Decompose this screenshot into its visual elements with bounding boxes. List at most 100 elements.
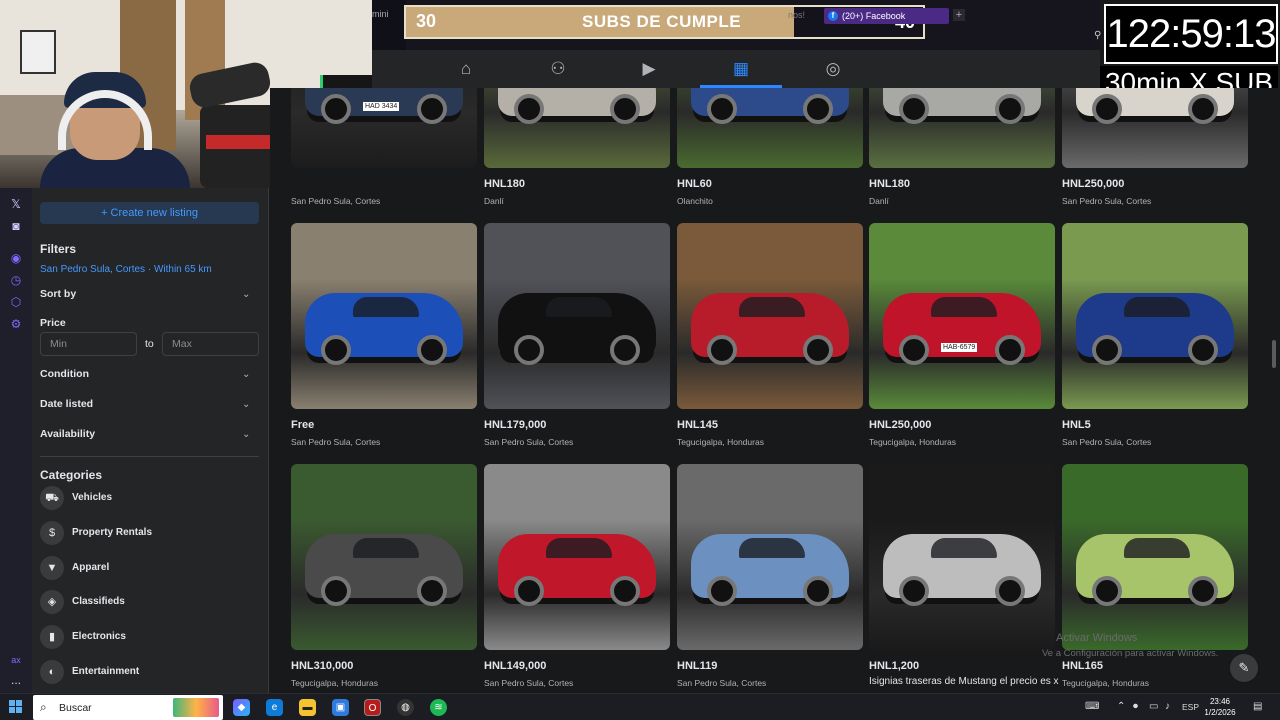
- clock-icon[interactable]: ◷: [8, 272, 24, 288]
- category-label: Vehicles: [72, 492, 113, 503]
- file-explorer-icon[interactable]: ▬: [299, 699, 316, 716]
- category-property-rentals[interactable]: $ Property Rentals: [40, 521, 260, 547]
- category-electronics[interactable]: ▮ Electronics: [40, 625, 260, 651]
- more-icon[interactable]: ...: [8, 672, 24, 688]
- listing-card[interactable]: HAD 3434 San Pedro Sula, Cortes: [291, 88, 477, 206]
- home-icon[interactable]: ⌂: [455, 58, 477, 80]
- category-apparel[interactable]: ▼ Apparel: [40, 556, 260, 582]
- listing-price: Free: [291, 419, 315, 431]
- wheel: [995, 335, 1025, 365]
- car-shape: [498, 88, 656, 124]
- listing-card[interactable]: HNL60 Olanchito: [677, 88, 863, 206]
- listing-photo[interactable]: [484, 223, 670, 409]
- language-indicator[interactable]: ESP: [1182, 702, 1199, 712]
- cube-icon[interactable]: ⬡: [8, 294, 24, 310]
- category-vehicles[interactable]: ⛟ Vehicles: [40, 486, 260, 512]
- search-highlight-image: [173, 698, 219, 717]
- opera-icon[interactable]: O: [364, 699, 381, 716]
- wheel: [1092, 94, 1122, 124]
- price-label: Price: [40, 317, 66, 329]
- chevron-down-icon[interactable]: ⌄: [242, 399, 250, 410]
- volume-icon[interactable]: ♪: [1165, 701, 1170, 712]
- wheel: [899, 335, 929, 365]
- chevron-down-icon[interactable]: ⌄: [242, 289, 250, 300]
- condition-filter[interactable]: Condition: [40, 368, 89, 380]
- listing-card[interactable]: HNL145 Tegucigalpa, Honduras: [677, 223, 863, 447]
- listing-photo[interactable]: [291, 464, 477, 650]
- x-icon[interactable]: 𝕏: [8, 196, 24, 212]
- listing-card[interactable]: HNL165 Tegucigalpa, Honduras: [1062, 464, 1248, 688]
- microphone-icon[interactable]: ⏺: [1133, 701, 1138, 712]
- facebook-tab[interactable]: f (20+) Facebook: [824, 8, 949, 24]
- new-tab-button[interactable]: +: [953, 9, 965, 21]
- listing-price: HNL145: [677, 419, 718, 431]
- edge-icon[interactable]: e: [266, 699, 283, 716]
- network-icon[interactable]: ▭: [1149, 701, 1158, 712]
- listing-photo[interactable]: [1062, 223, 1248, 409]
- sort-by-label[interactable]: Sort by: [40, 288, 76, 300]
- availability-filter[interactable]: Availability: [40, 428, 95, 440]
- settings-icon[interactable]: ⚙: [8, 316, 24, 332]
- marketplace-icon[interactable]: ▦: [730, 58, 752, 80]
- copilot-icon[interactable]: ◆: [233, 699, 250, 716]
- chevron-up-icon[interactable]: ⌃: [1117, 701, 1125, 712]
- wheel: [321, 94, 351, 124]
- system-clock[interactable]: 23:46 1/2/2026: [1200, 696, 1240, 718]
- wheel: [1188, 94, 1218, 124]
- spotify-icon[interactable]: ≋: [430, 699, 447, 716]
- listing-photo[interactable]: HAB-6579: [869, 223, 1055, 409]
- listing-photo[interactable]: [677, 464, 863, 650]
- store-icon[interactable]: ▣: [332, 699, 349, 716]
- price-max-input[interactable]: Max: [162, 332, 259, 356]
- circle-play-icon[interactable]: ◉: [8, 250, 24, 266]
- pin-icon[interactable]: ⚲: [1094, 30, 1104, 44]
- side-bottom-text: ax: [11, 655, 21, 665]
- listing-photo[interactable]: [869, 464, 1055, 650]
- listing-card[interactable]: HNL179,000 San Pedro Sula, Cortes: [484, 223, 670, 447]
- chevron-down-icon[interactable]: ⌄: [242, 369, 250, 380]
- listing-photo[interactable]: [291, 223, 477, 409]
- listing-photo[interactable]: [1062, 464, 1248, 650]
- listing-card[interactable]: HNL180 Danlí: [869, 88, 1055, 206]
- listing-photo[interactable]: [869, 88, 1055, 168]
- subathon-timer: 122:59:13: [1104, 4, 1278, 64]
- taskbar-search[interactable]: ⌕ Buscar: [33, 695, 223, 720]
- wheel: [803, 576, 833, 606]
- obs-icon[interactable]: ◍: [397, 699, 414, 716]
- listing-card[interactable]: HNL5 San Pedro Sula, Cortes: [1062, 223, 1248, 447]
- listing-card[interactable]: HNL180 Danlí: [484, 88, 670, 206]
- location-filter[interactable]: San Pedro Sula, Cortes · Within 65 km: [40, 264, 212, 275]
- notifications-icon[interactable]: ▤: [1253, 701, 1262, 712]
- listing-photo[interactable]: [677, 223, 863, 409]
- windows-start-icon[interactable]: [9, 700, 23, 714]
- category-entertainment[interactable]: ◐ Entertainment: [40, 660, 260, 686]
- listing-card[interactable]: HNL149,000 San Pedro Sula, Cortes: [484, 464, 670, 688]
- date-listed-filter[interactable]: Date listed: [40, 398, 93, 410]
- gaming-icon[interactable]: ◎: [822, 58, 844, 80]
- listing-photo[interactable]: [484, 464, 670, 650]
- listing-card[interactable]: HNL1,200 Isignias traseras de Mustang el …: [869, 464, 1059, 687]
- wheel: [514, 576, 544, 606]
- listing-card[interactable]: HNL250,000 San Pedro Sula, Cortes: [1062, 88, 1248, 206]
- listing-photo[interactable]: [1062, 88, 1248, 168]
- price-min-input[interactable]: Min: [40, 332, 137, 356]
- keyboard-icon[interactable]: ⌨: [1085, 701, 1099, 712]
- listing-card[interactable]: HAB-6579 HNL250,000 Tegucigalpa, Honduras: [869, 223, 1055, 447]
- chevron-down-icon[interactable]: ⌄: [242, 429, 250, 440]
- compose-icon[interactable]: ✎: [1230, 654, 1258, 682]
- discord-icon[interactable]: ◙: [8, 218, 24, 234]
- scrollbar-thumb[interactable]: [1272, 340, 1276, 368]
- friends-icon[interactable]: ⚇: [547, 58, 569, 80]
- listing-card[interactable]: Free San Pedro Sula, Cortes: [291, 223, 477, 447]
- create-listing-button[interactable]: + Create new listing: [40, 202, 259, 224]
- listing-photo[interactable]: [677, 88, 863, 168]
- listing-photo[interactable]: HAD 3434: [291, 88, 477, 168]
- listing-price: HNL250,000: [1062, 178, 1125, 190]
- category-classifieds[interactable]: ◈ Classifieds: [40, 590, 260, 616]
- divider: [40, 456, 259, 457]
- listing-photo[interactable]: [484, 88, 670, 168]
- watch-icon[interactable]: ▶: [638, 58, 660, 80]
- listing-card[interactable]: HNL310,000 Tegucigalpa, Honduras: [291, 464, 477, 688]
- listing-card[interactable]: HNL119 San Pedro Sula, Cortes: [677, 464, 863, 688]
- search-placeholder: Buscar: [59, 702, 92, 714]
